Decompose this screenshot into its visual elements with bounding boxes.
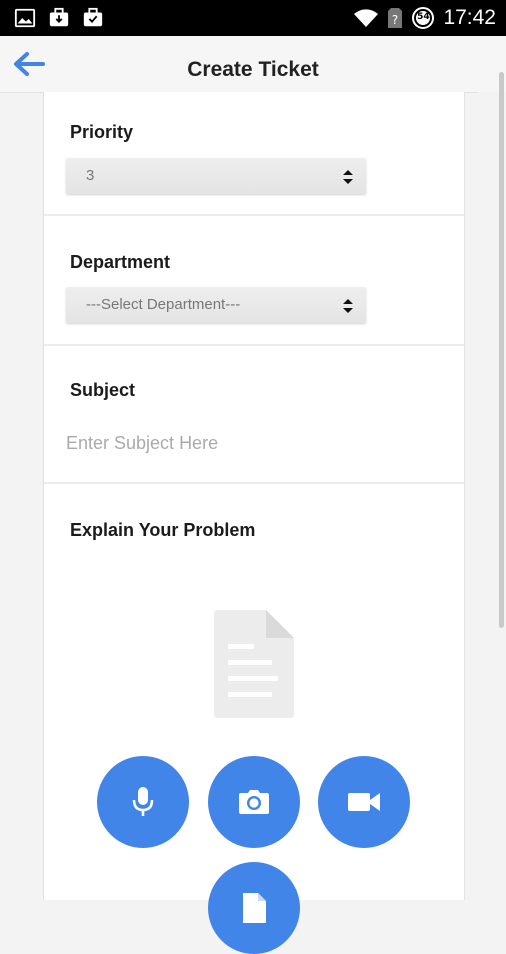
record-video-button[interactable] [318,756,410,848]
status-bar: ? 54 17:42 [0,0,506,36]
document-icon [243,893,266,923]
priority-select[interactable]: 3 [66,158,366,194]
priority-label: Priority [70,122,134,142]
department-select[interactable]: ---Select Department--- [66,287,366,323]
camera-icon [239,790,269,814]
department-section: Department ---Select Department--- [44,216,464,346]
no-sim-icon: ? [388,8,403,28]
scrollbar-thumb[interactable] [499,72,504,628]
svg-text:?: ? [392,13,398,27]
briefcase-download-icon [49,7,69,27]
problem-label: Explain Your Problem [70,520,256,540]
subject-label: Subject [70,380,136,400]
clock: 17:42 [443,6,496,29]
battery-icon: 54 [411,6,435,30]
battery-level: 54 [417,12,430,22]
record-audio-button[interactable] [97,756,189,848]
wifi-icon [354,9,379,27]
subject-input[interactable] [66,428,426,458]
briefcase-check-icon [83,7,103,27]
subject-section: Subject [44,346,464,484]
priority-value: 3 [86,167,95,184]
sort-arrows-icon [343,299,353,313]
sort-arrows-icon [343,170,353,184]
microphone-icon [132,787,154,816]
app-toolbar: Create Ticket [0,36,506,93]
priority-section: Priority 3 [44,92,464,216]
document-placeholder-icon [214,610,294,718]
video-camera-icon [348,793,380,811]
image-icon [14,8,36,28]
take-photo-button[interactable] [208,756,300,848]
create-ticket-form: Priority 3 Department ---Select Departme… [43,92,465,954]
page-title: Create Ticket [187,58,319,81]
department-label: Department [70,252,171,272]
department-value: ---Select Department--- [86,296,241,313]
attach-document-button[interactable] [208,862,300,954]
